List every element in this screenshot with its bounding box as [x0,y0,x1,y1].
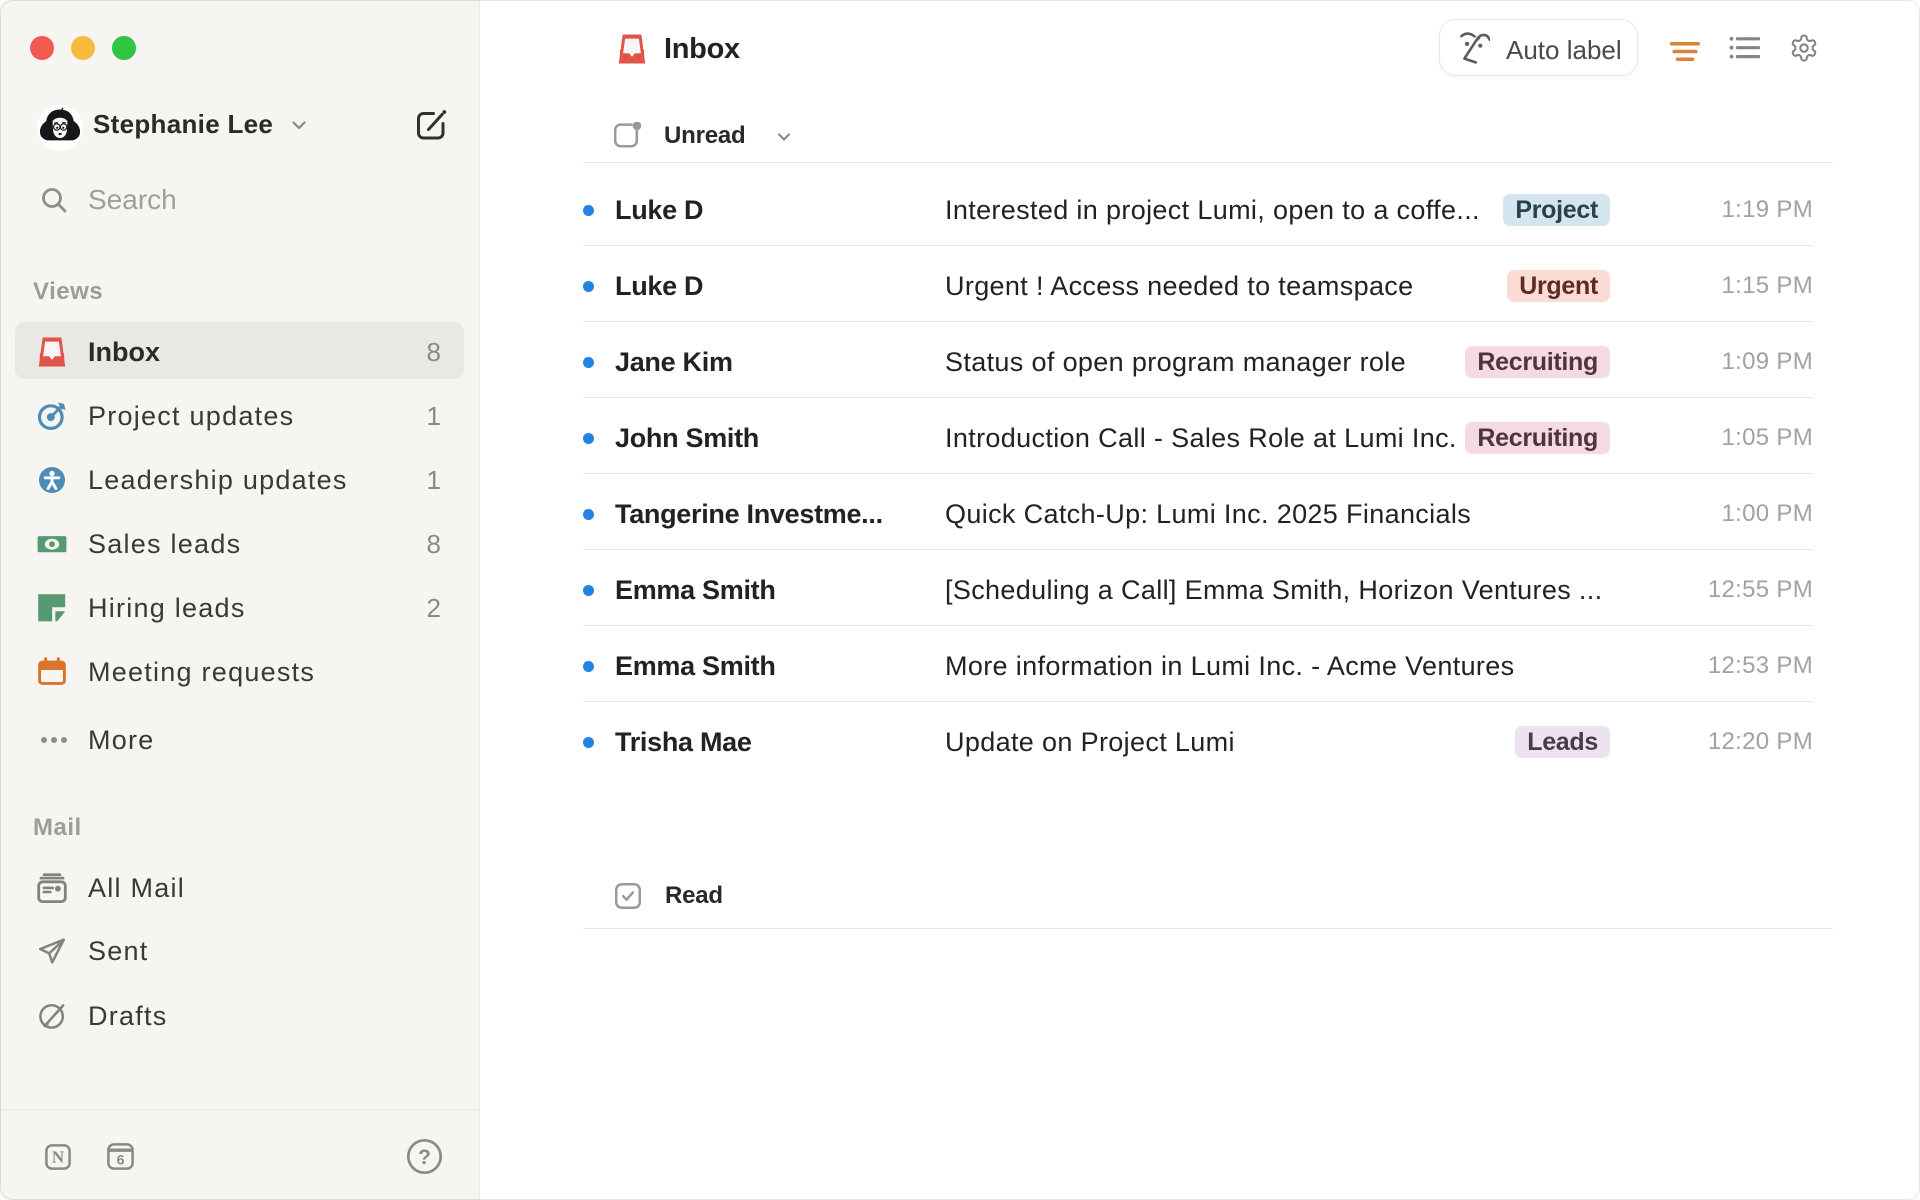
svg-text:6: 6 [117,1151,125,1167]
svg-text:N: N [52,1148,65,1167]
svg-text:?: ? [418,1146,431,1169]
